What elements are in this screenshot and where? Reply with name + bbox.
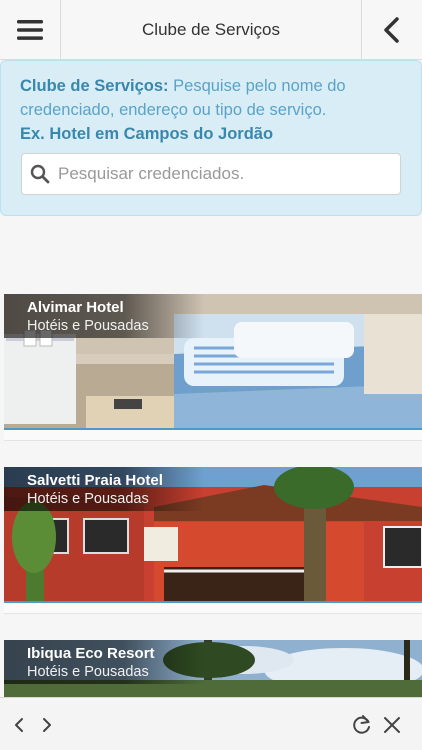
- info-label: Clube de Serviços:: [20, 77, 169, 95]
- back-button[interactable]: [361, 0, 422, 59]
- info-description: Clube de Serviços: Pesquise pelo nome do…: [20, 74, 403, 122]
- list-item[interactable]: Alvimar Hotel Hotéis e Pousadas: [4, 294, 422, 430]
- browser-forward-button[interactable]: [32, 710, 62, 740]
- back-arrow-icon: [15, 718, 23, 732]
- card-title: Alvimar Hotel: [27, 299, 124, 316]
- info-panel: Clube de Serviços: Pesquise pelo nome do…: [0, 60, 422, 216]
- list-item[interactable]: Ibiqua Eco Resort Hotéis e Pousadas: [4, 640, 422, 697]
- card-title: Ibiqua Eco Resort: [27, 645, 155, 662]
- browser-toolbar: [0, 697, 422, 750]
- page-title: Clube de Serviços: [142, 19, 280, 39]
- hamburger-menu-icon: [17, 19, 43, 40]
- list-item[interactable]: Salvetti Praia Hotel Hotéis e Pousadas: [4, 467, 422, 603]
- card-footer: [4, 603, 422, 614]
- info-example: Ex. Hotel em Campos do Jordão: [20, 125, 274, 143]
- app-header: Clube de Serviços: [0, 0, 422, 60]
- search-icon: [30, 164, 50, 184]
- card-category: Hotéis e Pousadas: [27, 491, 149, 507]
- browser-back-button[interactable]: [4, 710, 34, 740]
- close-icon: [384, 717, 400, 733]
- card-title: Salvetti Praia Hotel: [27, 472, 163, 489]
- forward-arrow-icon: [43, 718, 51, 732]
- search-input[interactable]: [56, 163, 380, 185]
- reload-button[interactable]: [347, 710, 377, 740]
- card-category: Hotéis e Pousadas: [27, 664, 149, 680]
- card-category: Hotéis e Pousadas: [27, 318, 149, 334]
- close-button[interactable]: [377, 710, 407, 740]
- reload-icon: [353, 715, 370, 734]
- card-footer: [4, 430, 422, 441]
- menu-button[interactable]: [0, 0, 61, 59]
- chevron-left-icon: [384, 16, 399, 43]
- search-field[interactable]: [21, 153, 401, 195]
